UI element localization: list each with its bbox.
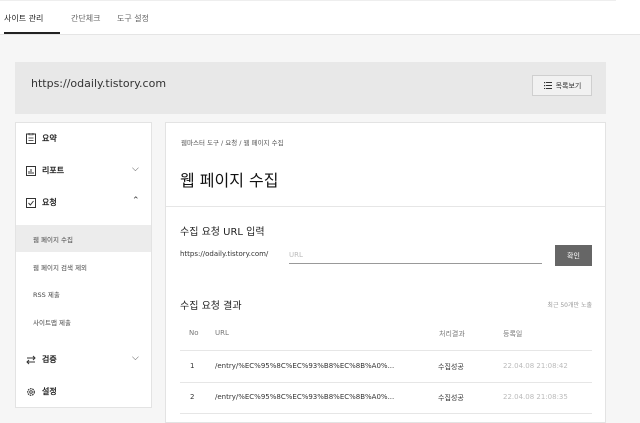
chevron-down-icon[interactable]: ⌵ <box>132 353 139 363</box>
gear-icon <box>26 387 36 397</box>
sidebar-item-verify[interactable]: 검증 <box>26 354 57 365</box>
tab-simple-check[interactable]: 간단체크 <box>71 13 100 24</box>
tab-tool-settings[interactable]: 도구 설정 <box>117 13 149 24</box>
sidebar-subitem-web-page-exclude[interactable]: 웹 페이지 검색 제외 <box>16 253 151 280</box>
top-nav: 사이트 관리 간단체크 도구 설정 <box>0 0 640 35</box>
chevron-down-icon[interactable]: ⌵ <box>132 164 139 174</box>
site-url: https://odaily.tistory.com <box>31 77 167 90</box>
document-icon <box>26 133 36 144</box>
row-result: 수집성공 <box>438 394 464 402</box>
active-tab-indicator <box>4 32 60 34</box>
results-section-title: 수집 요청 결과 <box>180 301 242 312</box>
table-divider <box>180 382 592 383</box>
row-result: 수집성공 <box>438 363 464 371</box>
checkbox-icon <box>26 197 36 208</box>
row-url[interactable]: /entry/%EC%95%8C%EC%93%B8%EC%8B%A0%... <box>215 362 423 370</box>
row-date: 22.04.08 21:08:42 <box>503 362 568 370</box>
column-header-result: 처리결과 <box>439 330 465 338</box>
chart-icon <box>26 165 36 176</box>
table-divider <box>180 413 592 414</box>
breadcrumb: 웹마스터 도구 / 요청 / 웹 페이지 수집 <box>181 139 284 147</box>
row-date: 22.04.08 21:08:35 <box>503 393 568 401</box>
sidebar-item-summary[interactable]: 요약 <box>26 133 57 144</box>
sidebar: 요약 리포트 ⌵ 요청 ⌃ 웹 페이지 수집 웹 페이지 검색 제외 RSS 제… <box>15 122 152 408</box>
results-note: 최근 50개만 노출 <box>547 302 592 309</box>
sidebar-subitem-sitemap-submit[interactable]: 사이트맵 제출 <box>16 308 151 335</box>
column-header-no: No <box>189 329 199 337</box>
confirm-button[interactable]: 확인 <box>555 245 592 266</box>
sidebar-item-label: 검증 <box>42 355 57 364</box>
main-panel: 웹마스터 도구 / 요청 / 웹 페이지 수집 웹 페이지 수집 수집 요청 U… <box>165 122 606 423</box>
list-view-button[interactable]: 목록보기 <box>532 75 592 96</box>
list-icon <box>543 81 553 91</box>
sidebar-item-label: 설정 <box>42 387 57 396</box>
table-divider <box>180 350 592 351</box>
sidebar-item-request[interactable]: 요청 <box>26 197 57 208</box>
url-prefix: https://odaily.tistory.com/ <box>180 250 269 258</box>
sidebar-item-label: 요청 <box>42 198 57 207</box>
row-no: 2 <box>190 393 195 401</box>
url-input[interactable] <box>289 246 542 264</box>
column-header-url: URL <box>215 329 229 337</box>
column-header-date: 등록일 <box>503 330 523 338</box>
request-section-title: 수집 요청 URL 입력 <box>180 227 265 238</box>
sidebar-item-report[interactable]: 리포트 <box>26 165 64 176</box>
sidebar-subitem-web-page-collect[interactable]: 웹 페이지 수집 <box>16 225 151 252</box>
row-url[interactable]: /entry/%EC%95%8C%EC%93%B8%EC%8B%A0%... <box>215 393 423 401</box>
site-bar: https://odaily.tistory.com 목록보기 <box>15 62 606 114</box>
page-title: 웹 페이지 수집 <box>180 171 279 190</box>
sidebar-item-label: 리포트 <box>42 166 65 175</box>
top-divider <box>0 0 616 1</box>
sidebar-item-settings[interactable]: 설정 <box>26 386 57 397</box>
transfer-icon <box>26 355 36 365</box>
sidebar-item-label: 요약 <box>42 134 57 143</box>
list-view-label: 목록보기 <box>555 81 582 90</box>
sidebar-subitem-rss-submit[interactable]: RSS 제출 <box>16 280 151 307</box>
row-no: 1 <box>190 362 195 370</box>
header-divider <box>166 206 605 207</box>
tab-site-management[interactable]: 사이트 관리 <box>4 13 43 24</box>
chevron-up-icon[interactable]: ⌃ <box>132 196 140 206</box>
